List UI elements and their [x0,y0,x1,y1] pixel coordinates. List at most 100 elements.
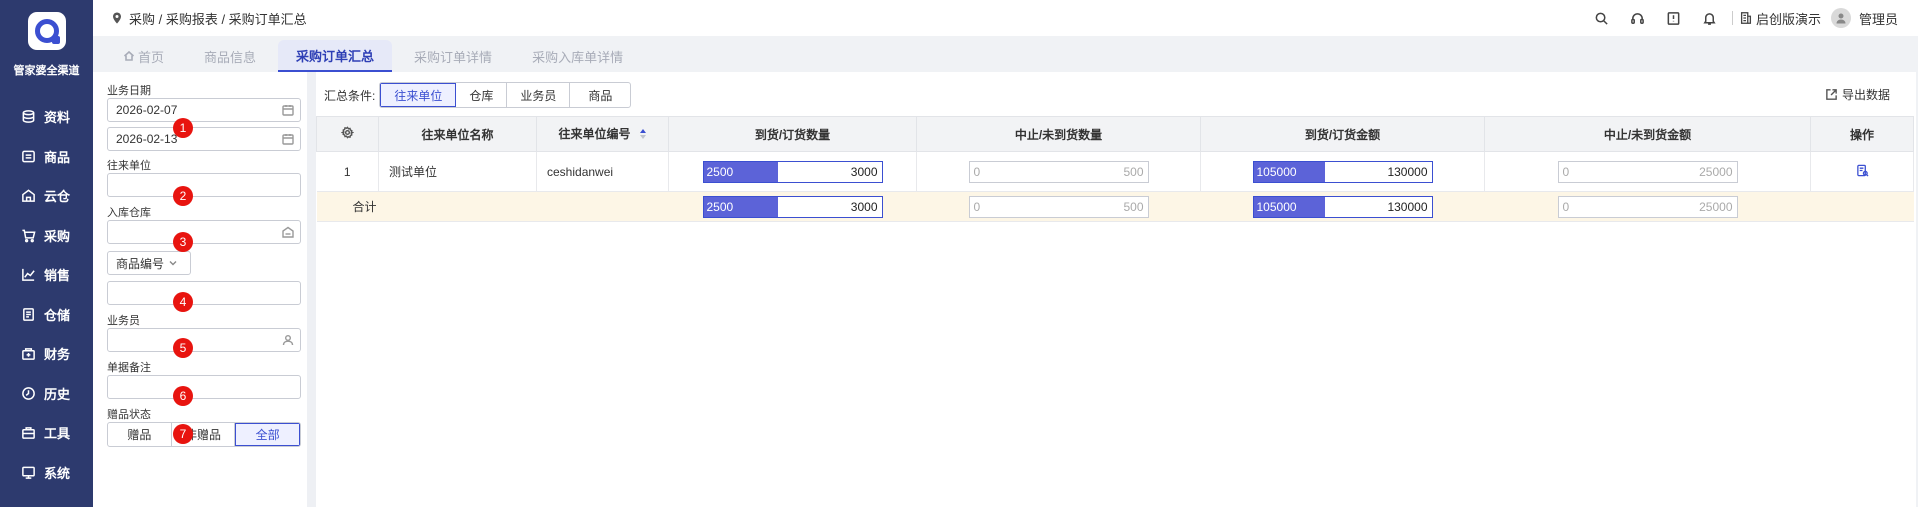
sidebar-item-label: 采购 [44,228,71,244]
qty-progress-bar: 2500 3000 [702,160,883,183]
tab-label: 首页 [138,49,165,65]
empty-cell [1810,191,1914,222]
tab-label: 商品信息 [204,49,257,65]
product-code-dropdown[interactable]: 商品编号 [107,251,191,275]
headset-icon[interactable] [1630,10,1646,26]
summary-option-salesman[interactable]: 业务员 [507,83,571,107]
breadcrumb-text: 采购 / 采购报表 / 采购订单汇总 [129,11,307,27]
export-button[interactable]: 导出数据 [1825,86,1890,103]
column-settings[interactable] [316,116,379,152]
marker-badge: 2 [173,186,193,206]
brand-name: 管家婆全渠道 [13,65,80,77]
sort-icon[interactable] [639,128,647,143]
salesman-field[interactable] [107,328,301,352]
total-qty-arrived: 2500 3000 [668,191,917,222]
tab-purchase-order-summary[interactable]: 采购订单汇总 [278,40,393,72]
warehouse-icon [282,226,294,238]
sidebar-item-finance[interactable]: 财务 [0,334,93,374]
salesman-label: 业务员 [107,315,140,327]
sidebar-item-label: 资料 [44,110,71,126]
summary-option-product[interactable]: 商品 [570,83,630,107]
col-qty-arrived-ordered: 到货/订货数量 [668,116,917,152]
progress-rest: 0 25000 [1558,196,1737,217]
sidebar-item-history[interactable]: 历史 [0,374,93,414]
gear-icon[interactable] [340,126,355,142]
sidebar-item-storage[interactable]: 仓储 [0,295,93,335]
sidebar-item-tools[interactable]: 工具 [0,413,93,453]
box-icon [20,148,36,164]
summary-toggle: 往来单位 仓库 业务员 商品 [379,82,632,108]
user-name[interactable]: 管理员 [1859,9,1898,28]
note-field[interactable] [107,375,301,399]
product-code-field[interactable] [107,281,301,305]
gift-option-all[interactable]: 全部 [235,423,300,446]
storage-icon [20,306,36,322]
divider [1731,11,1733,25]
warehouse-label: 入库仓库 [107,207,151,219]
tab-label: 采购订单详情 [414,49,493,65]
sidebar-item-purchase[interactable]: 采购 [0,216,93,256]
sidebar-item-system[interactable]: 系统 [0,453,93,493]
partner-label: 往来单位 [107,160,151,172]
user-icon [282,334,294,346]
amt-progress-bar: 105000 130000 [1252,195,1433,218]
partner-field[interactable] [107,173,301,197]
sidebar-item-cloud[interactable]: 云仓 [0,176,93,216]
bell-icon[interactable] [1702,10,1718,26]
progress-total: 130000 [1325,161,1432,182]
app-logo[interactable] [28,12,66,50]
col-partner-code[interactable]: 往来单位编号 [536,116,669,152]
pending-value: 500 [1123,199,1144,214]
date-label: 业务日期 [107,85,151,97]
date-end-value: 2026-02-13 [116,132,178,146]
date-start-field[interactable]: 2026-02-07 [107,98,301,122]
partner-name: 测试单位 [378,151,537,192]
tab-label: 采购入库单详情 [532,49,624,65]
system-icon [20,464,36,480]
tab-purchase-order-detail[interactable]: 采购订单详情 [396,40,510,72]
tools-icon [20,425,36,441]
sidebar-item-goods[interactable]: 商品 [0,137,93,177]
date-start-value: 2026-02-07 [116,103,178,117]
col-actions: 操作 [1810,116,1914,152]
summary-option-partner[interactable]: 往来单位 [380,83,457,107]
total-qty-stopped: 0 500 [916,191,1201,222]
table-row[interactable]: 1 测试单位 ceshidanwei 2500 3000 0 500 10500… [316,151,1914,192]
summary-table: 往来单位名称 往来单位编号 到货/订货数量 中止/未到货数量 到货/订货金额 中… [316,116,1914,222]
table-header-row: 往来单位名称 往来单位编号 到货/订货数量 中止/未到货数量 到货/订货金额 中… [316,116,1914,152]
gift-option-gift[interactable]: 赠品 [108,423,172,446]
sidebar-item-label: 财务 [44,347,71,363]
summary-option-warehouse[interactable]: 仓库 [456,83,508,107]
col-amt-arrived-ordered: 到货/订货金额 [1200,116,1485,152]
calendar-icon [282,133,294,145]
panel-splitter[interactable] [307,72,316,507]
amt-progress-bar: 105000 130000 [1252,160,1433,183]
sidebar: 管家婆全渠道 资料 商品 云仓 采购 销售 仓储 财务 历史 工具 系统 [0,0,93,507]
store-name: 启创版演示 [1755,11,1821,27]
sidebar-item-sales[interactable]: 销售 [0,255,93,295]
breadcrumb: 采购 / 采购报表 / 采购订单汇总 [111,9,307,28]
tab-product-info[interactable]: 商品信息 [186,40,274,72]
total-amt-stopped: 0 25000 [1484,191,1811,222]
total-row: 合计 2500 3000 0 500 105000 130000 0 25000 [316,191,1914,222]
qty-stopped-bar: 0 500 [968,160,1149,183]
actions-cell [1810,151,1914,192]
main-content: 汇总条件: 往来单位 仓库 业务员 商品 导出数据 往来单位名称 往来单位编号 … [316,72,1916,507]
col-qty-stopped-pending: 中止/未到货数量 [916,116,1201,152]
avatar[interactable] [1830,8,1851,28]
tab-purchase-inbound-detail[interactable]: 采购入库单详情 [514,40,641,72]
tab-home[interactable]: 首页 [105,40,182,72]
history-icon [20,385,36,401]
store-switcher[interactable]: 启创版演示 [1739,9,1821,28]
qty-progress-bar: 2500 3000 [702,195,883,218]
date-end-field[interactable]: 2026-02-13 [107,127,301,151]
stopped-value: 0 [1562,164,1570,179]
view-detail-icon[interactable] [1856,164,1869,180]
empty-cell [536,191,669,222]
book-icon[interactable] [1666,10,1682,26]
search-icon[interactable] [1594,10,1610,26]
sidebar-item-label: 仓储 [44,307,71,323]
sidebar-item-data[interactable]: 资料 [0,97,93,137]
warehouse-field[interactable] [107,220,301,244]
pending-value: 500 [1123,164,1144,179]
